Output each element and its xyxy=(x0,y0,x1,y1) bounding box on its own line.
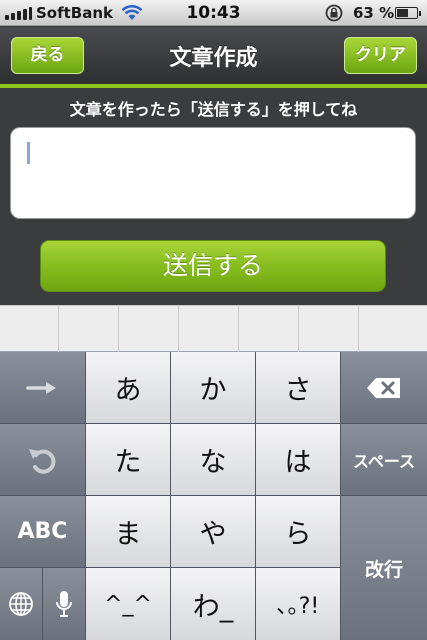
delete-key[interactable] xyxy=(341,352,427,424)
instruction-text: 文章を作ったら「送信する」を押してね xyxy=(69,100,358,119)
key-punctuation[interactable]: ､｡?! xyxy=(256,568,341,640)
clear-button[interactable]: クリア xyxy=(344,37,417,74)
text-cursor xyxy=(27,142,30,164)
key-emoticon[interactable]: ^_^ xyxy=(86,568,171,640)
message-text-field[interactable] xyxy=(10,127,416,219)
key-a[interactable]: あ xyxy=(86,352,171,424)
key-ha[interactable]: は xyxy=(256,424,341,496)
delete-backspace-icon xyxy=(367,377,400,398)
kana-keyboard: あ か さ た な は スペース ABC ま や ら 改行 ^_^ わ_ ､｡?… xyxy=(0,352,427,640)
arrow-key[interactable] xyxy=(0,352,86,424)
globe-icon xyxy=(9,592,33,616)
rotation-lock-icon xyxy=(323,4,345,26)
undo-key[interactable] xyxy=(0,424,86,496)
key-ya[interactable]: や xyxy=(171,496,256,568)
key-na[interactable]: な xyxy=(171,424,256,496)
nav-bar: 戻る 文章作成 クリア xyxy=(0,27,427,84)
key-sa[interactable]: さ xyxy=(256,352,341,424)
return-key[interactable]: 改行 xyxy=(341,496,427,640)
accent-divider xyxy=(0,84,427,88)
microphone-icon xyxy=(56,591,72,617)
key-ka[interactable]: か xyxy=(171,352,256,424)
key-ma[interactable]: ま xyxy=(86,496,171,568)
undo-icon xyxy=(28,448,55,474)
mic-key[interactable] xyxy=(43,568,86,640)
battery-percent: 63 % xyxy=(353,4,395,22)
key-ta[interactable]: た xyxy=(86,424,171,496)
key-ra[interactable]: ら xyxy=(256,496,341,568)
battery-icon xyxy=(395,7,421,19)
candidate-bar xyxy=(0,305,427,352)
space-key[interactable]: スペース xyxy=(341,424,427,496)
globe-key[interactable] xyxy=(0,568,43,640)
status-bar: SoftBank 10:43 63 % xyxy=(0,0,427,26)
send-button[interactable]: 送信する xyxy=(40,240,386,292)
abc-key[interactable]: ABC xyxy=(0,496,86,568)
right-arrow-icon xyxy=(25,381,56,394)
key-wa[interactable]: わ_ xyxy=(171,568,256,640)
screen: SoftBank 10:43 63 % 戻る 文章作成 クリア 文章を作ったら「… xyxy=(0,0,427,640)
